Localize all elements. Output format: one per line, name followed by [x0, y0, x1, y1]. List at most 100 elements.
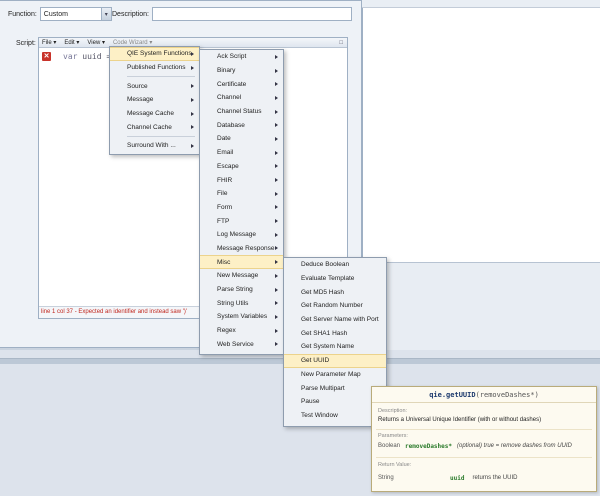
- tooltip-param-desc: (optional) true = remove dashes from UUI…: [457, 443, 572, 449]
- chevron-right-icon: [275, 54, 278, 59]
- chevron-right-icon: [275, 150, 278, 155]
- chevron-right-icon: [191, 84, 194, 89]
- chevron-right-icon: [191, 111, 194, 116]
- menu-item-date[interactable]: Date: [200, 132, 283, 146]
- tooltip-return-heading: Return Value:: [378, 462, 412, 468]
- menu-item-channel-cache[interactable]: Channel Cache: [110, 120, 199, 134]
- menu-item-form[interactable]: Form: [200, 201, 283, 215]
- code-text: uuid =: [82, 52, 112, 61]
- menu-item-new-parameter-map[interactable]: New Parameter Map: [284, 368, 386, 382]
- function-label: Function:: [8, 10, 37, 18]
- menu-item-get-sha1-hash[interactable]: Get SHA1 Hash: [284, 326, 386, 340]
- tooltip-return-desc: returns the UUID: [472, 475, 518, 481]
- right-pane-header: [362, 0, 600, 8]
- menu-item-parse-string[interactable]: Parse String: [200, 283, 283, 297]
- chevron-right-icon: [275, 342, 278, 347]
- tooltip-divider: [376, 429, 592, 430]
- right-pane-lower: [362, 262, 600, 350]
- chevron-right-icon: [275, 82, 278, 87]
- menu-item-get-system-name[interactable]: Get System Name: [284, 340, 386, 354]
- tooltip-param-name: removeDashes*: [405, 443, 452, 450]
- file-menu[interactable]: File ▾: [42, 39, 56, 46]
- tooltip-description: Returns a Universal Unique Identifier (w…: [378, 417, 542, 423]
- menu-item-deduce-boolean[interactable]: Deduce Boolean: [284, 258, 386, 272]
- chevron-right-icon: [275, 178, 278, 183]
- menu-item-log-message[interactable]: Log Message: [200, 228, 283, 242]
- function-dropdown-button[interactable]: ▾: [101, 7, 112, 21]
- menu-item-channel[interactable]: Channel: [200, 91, 283, 105]
- menu-item-evaluate-template[interactable]: Evaluate Template: [284, 272, 386, 286]
- menu-separator: [127, 136, 195, 138]
- code-wizard-menu[interactable]: Code Wizard ▾: [113, 39, 152, 46]
- chevron-right-icon: [275, 260, 278, 265]
- chevron-right-icon: [191, 97, 194, 102]
- menu-item-web-service[interactable]: Web Service: [200, 337, 283, 351]
- menu-item-published-functions[interactable]: Published Functions: [110, 61, 199, 75]
- menu-item-message-cache[interactable]: Message Cache: [110, 107, 199, 121]
- menu-item-string-utils[interactable]: String Utils: [200, 296, 283, 310]
- view-menu[interactable]: View ▾: [87, 39, 105, 46]
- chevron-right-icon: [275, 314, 278, 319]
- menu-item-database[interactable]: Database: [200, 118, 283, 132]
- menu-item-ack-script[interactable]: Ack Script: [200, 50, 283, 64]
- right-pane: [362, 0, 600, 262]
- description-field[interactable]: [151, 7, 352, 21]
- menu-item-message-response[interactable]: Message Response: [200, 242, 283, 256]
- chevron-right-icon: [275, 232, 278, 237]
- function-tooltip: qie.getUUID (removeDashes*) Description: …: [371, 386, 597, 492]
- chevron-right-icon: [191, 143, 194, 148]
- edit-menu[interactable]: Edit ▾: [64, 39, 79, 46]
- chevron-right-icon: [275, 164, 278, 169]
- maximize-icon[interactable]: □: [339, 40, 343, 46]
- tooltip-divider: [376, 457, 592, 458]
- tooltip-return-name: uuid: [450, 475, 465, 482]
- menu-item-get-random-number[interactable]: Get Random Number: [284, 299, 386, 313]
- description-row: Description:: [112, 7, 352, 21]
- menu-item-fhir[interactable]: FHIR: [200, 173, 283, 187]
- chevron-right-icon: [275, 205, 278, 210]
- chevron-right-icon: [275, 246, 278, 251]
- tooltip-signature: qie.getUUID (removeDashes*): [372, 387, 596, 403]
- tooltip-description-heading: Description:: [378, 408, 408, 414]
- menu-item-get-server-name-with-port[interactable]: Get Server Name with Port: [284, 313, 386, 327]
- menu-item-surround-with[interactable]: Surround With ...: [110, 139, 199, 153]
- chevron-right-icon: [275, 68, 278, 73]
- menu-item-file[interactable]: File: [200, 187, 283, 201]
- chevron-right-icon: [275, 109, 278, 114]
- menu-item-binary[interactable]: Binary: [200, 64, 283, 78]
- menu-item-ftp[interactable]: FTP: [200, 214, 283, 228]
- tooltip-return-type: String: [378, 475, 394, 481]
- menu-item-certificate[interactable]: Certificate: [200, 77, 283, 91]
- error-icon: ✕: [42, 52, 51, 61]
- tooltip-parameters-heading: Parameters:: [378, 433, 408, 439]
- menu-item-channel-status[interactable]: Channel Status: [200, 105, 283, 119]
- menu-item-source[interactable]: Source: [110, 79, 199, 93]
- menu-item-message[interactable]: Message: [110, 93, 199, 107]
- menu-item-get-uuid[interactable]: Get UUID: [284, 353, 386, 368]
- chevron-right-icon: [275, 95, 278, 100]
- tooltip-return-row: String uuid returns the UUID: [378, 475, 517, 482]
- menu-item-misc[interactable]: Misc: [200, 255, 283, 269]
- menu-item-new-message[interactable]: New Message: [200, 269, 283, 283]
- code-wizard-dropdown: QIE System Functions Published Functions…: [109, 46, 200, 155]
- tooltip-function-name: qie.getUUID: [429, 390, 476, 399]
- tooltip-function-args: (removeDashes*): [475, 390, 539, 399]
- tooltip-parameter-row: Boolean removeDashes* (optional) true = …: [378, 443, 572, 450]
- menu-item-system-variables[interactable]: System Variables: [200, 310, 283, 324]
- menu-item-qie-system-functions[interactable]: QIE System Functions: [110, 47, 199, 61]
- chevron-right-icon: [191, 125, 194, 130]
- menu-item-escape[interactable]: Escape: [200, 160, 283, 174]
- menu-item-get-md5-hash[interactable]: Get MD5 Hash: [284, 285, 386, 299]
- function-select[interactable]: Custom: [39, 7, 102, 21]
- menu-item-email[interactable]: Email: [200, 146, 283, 160]
- code-line: var uuid =: [63, 52, 111, 61]
- chevron-right-icon: [275, 136, 278, 141]
- script-label: Script:: [16, 40, 36, 47]
- menu-item-regex[interactable]: Regex: [200, 324, 283, 338]
- description-label: Description:: [112, 10, 149, 18]
- chevron-right-icon: [275, 273, 278, 278]
- chevron-right-icon: [275, 219, 278, 224]
- chevron-right-icon: [275, 328, 278, 333]
- chevron-right-icon: [191, 65, 194, 70]
- code-keyword: var: [63, 52, 78, 61]
